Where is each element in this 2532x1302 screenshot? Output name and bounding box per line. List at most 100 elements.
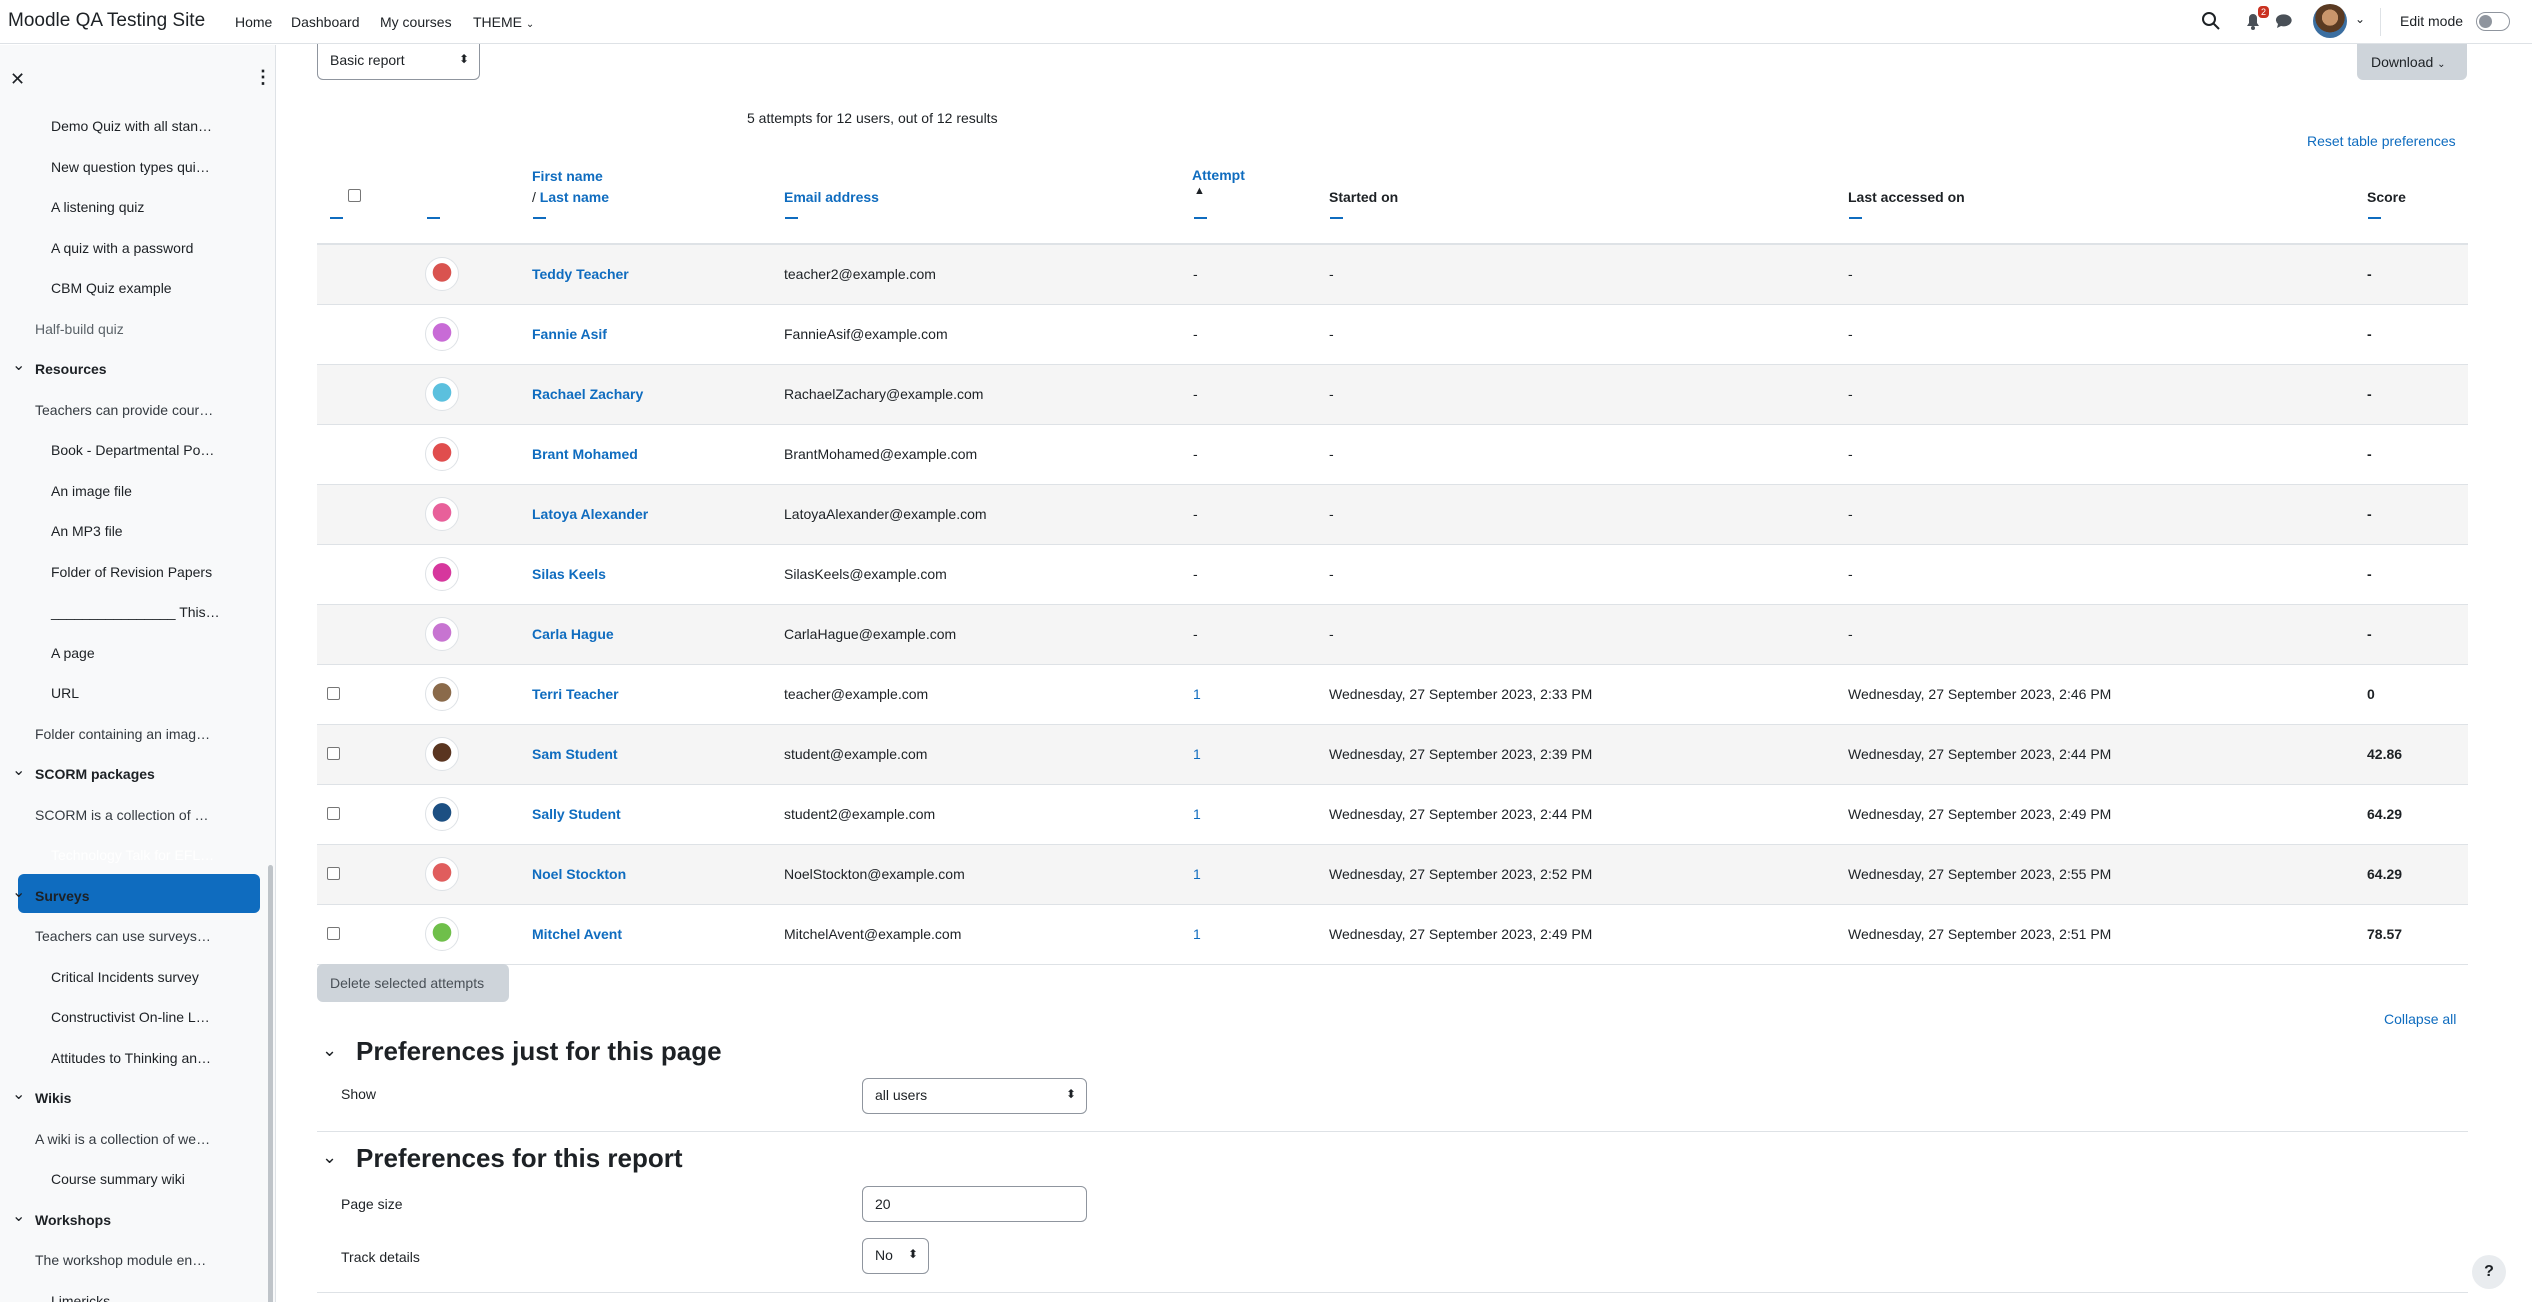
attempt-checkbox[interactable] <box>327 867 340 880</box>
user-name-link[interactable]: Teddy Teacher <box>532 266 629 282</box>
avatar[interactable] <box>425 677 459 711</box>
course-activity[interactable]: Teachers can provide cour… <box>35 402 213 418</box>
user-name-link[interactable]: Carla Hague <box>532 626 614 642</box>
attempt-checkbox[interactable] <box>327 927 340 940</box>
close-icon[interactable]: ✕ <box>10 69 25 90</box>
hide-column-icon[interactable] <box>330 217 343 219</box>
show-users-select[interactable]: all users <box>862 1078 1087 1114</box>
course-section[interactable]: Surveys <box>35 888 89 904</box>
report-type-select[interactable]: Basic report <box>317 44 480 80</box>
course-activity[interactable]: Critical Incidents survey <box>51 969 199 985</box>
avatar[interactable] <box>425 617 459 651</box>
attempt-cell[interactable]: 1 <box>1193 686 1201 702</box>
avatar[interactable] <box>425 557 459 591</box>
user-name-link[interactable]: Brant Mohamed <box>532 446 638 462</box>
user-name-link[interactable]: Noel Stockton <box>532 866 626 882</box>
sort-email[interactable]: Email address <box>784 189 879 205</box>
course-activity[interactable]: A listening quiz <box>51 199 144 215</box>
sort-attempt[interactable]: Attempt <box>1192 167 1245 183</box>
site-name[interactable]: Moodle QA Testing Site <box>8 10 205 32</box>
nav-home[interactable]: Home <box>235 14 272 30</box>
nav-dashboard[interactable]: Dashboard <box>291 14 360 30</box>
hide-column-icon[interactable] <box>1194 217 1207 219</box>
reset-table-preferences-link[interactable]: Reset table preferences <box>2307 133 2456 149</box>
course-section[interactable]: Wikis <box>35 1090 71 1106</box>
avatar[interactable] <box>425 377 459 411</box>
kebab-menu-icon[interactable]: ⋮ <box>254 67 272 88</box>
nav-theme[interactable]: THEME ⌄ <box>473 14 534 30</box>
track-details-select[interactable]: No <box>862 1238 929 1274</box>
hide-column-icon[interactable] <box>1330 217 1343 219</box>
course-activity[interactable]: New question types qui… <box>51 159 210 175</box>
course-activity[interactable]: The workshop module en… <box>35 1252 206 1268</box>
course-activity[interactable]: Technology Talk for EFL… <box>51 847 214 863</box>
download-button[interactable]: Download ⌄ <box>2357 44 2467 80</box>
hide-column-icon[interactable] <box>2368 217 2381 219</box>
course-section[interactable]: Workshops <box>35 1212 111 1228</box>
course-activity[interactable]: An MP3 file <box>51 523 123 539</box>
course-activity[interactable]: Attitudes to Thinking an… <box>51 1050 211 1066</box>
delete-selected-attempts-button[interactable]: Delete selected attempts <box>317 964 509 1002</box>
chevron-down-icon[interactable]: ⌄ <box>12 355 25 375</box>
header-last-accessed[interactable]: Last accessed on <box>1848 189 1965 205</box>
user-name-link[interactable]: Latoya Alexander <box>532 506 648 522</box>
avatar[interactable] <box>425 917 459 951</box>
chevron-down-icon[interactable]: ⌄ <box>12 1084 25 1104</box>
course-activity[interactable]: Folder containing an imag… <box>35 726 210 742</box>
avatar[interactable] <box>425 317 459 351</box>
user-name-link[interactable]: Sally Student <box>532 806 621 822</box>
select-all-checkbox[interactable] <box>348 189 361 202</box>
course-activity[interactable]: Folder of Revision Papers <box>51 564 212 580</box>
user-menu-chevron-icon[interactable]: ⌄ <box>2355 12 2365 26</box>
course-activity[interactable]: Demo Quiz with all stan… <box>51 118 212 134</box>
course-activity[interactable]: A page <box>51 645 95 661</box>
hide-column-icon[interactable] <box>427 217 440 219</box>
edit-mode-toggle[interactable] <box>2476 12 2510 31</box>
course-section[interactable]: SCORM packages <box>35 766 155 782</box>
course-activity[interactable]: SCORM is a collection of … <box>35 807 209 823</box>
course-activity[interactable]: URL <box>51 685 79 701</box>
prefs-page-heading[interactable]: Preferences just for this page <box>356 1036 722 1067</box>
user-avatar[interactable] <box>2313 4 2347 38</box>
attempt-checkbox[interactable] <box>327 687 340 700</box>
course-activity[interactable]: Constructivist On-line L… <box>51 1009 210 1025</box>
chevron-down-icon[interactable]: ⌄ <box>322 1040 337 1061</box>
avatar[interactable] <box>425 497 459 531</box>
messages-icon[interactable] <box>2272 8 2298 34</box>
chevron-down-icon[interactable]: ⌄ <box>322 1147 337 1168</box>
course-activity[interactable]: Half-build quiz <box>35 321 124 337</box>
avatar[interactable] <box>425 737 459 771</box>
attempt-cell[interactable]: 1 <box>1193 926 1201 942</box>
course-activity[interactable]: A wiki is a collection of we… <box>35 1131 210 1147</box>
prefs-report-heading[interactable]: Preferences for this report <box>356 1143 683 1174</box>
help-icon[interactable]: ? <box>2472 1255 2506 1289</box>
hide-column-icon[interactable] <box>785 217 798 219</box>
avatar[interactable] <box>425 857 459 891</box>
avatar[interactable] <box>425 797 459 831</box>
course-section[interactable]: Resources <box>35 361 107 377</box>
collapse-all-link[interactable]: Collapse all <box>2384 1011 2456 1027</box>
attempt-cell[interactable]: 1 <box>1193 866 1201 882</box>
course-activity[interactable]: Book - Departmental Po… <box>51 442 214 458</box>
course-activity[interactable]: Course summary wiki <box>51 1171 185 1187</box>
avatar[interactable] <box>425 257 459 291</box>
user-name-link[interactable]: Mitchel Avent <box>532 926 622 942</box>
attempt-cell[interactable]: 1 <box>1193 806 1201 822</box>
course-activity[interactable]: Teachers can use surveys… <box>35 928 211 944</box>
course-activity[interactable]: A quiz with a password <box>51 240 193 256</box>
course-activity[interactable]: ________________ This… <box>51 604 220 620</box>
nav-my-courses[interactable]: My courses <box>380 14 452 30</box>
user-name-link[interactable]: Sam Student <box>532 746 618 762</box>
chevron-down-icon[interactable]: ⌄ <box>12 760 25 780</box>
user-name-link[interactable]: Rachael Zachary <box>532 386 643 402</box>
hide-column-icon[interactable] <box>533 217 546 219</box>
course-activity[interactable]: Limericks <box>51 1293 110 1302</box>
user-name-link[interactable]: Terri Teacher <box>532 686 619 702</box>
drawer-scrollbar[interactable] <box>268 865 273 1302</box>
avatar[interactable] <box>425 437 459 471</box>
course-activity[interactable]: An image file <box>51 483 132 499</box>
user-name-link[interactable]: Silas Keels <box>532 566 606 582</box>
user-name-link[interactable]: Fannie Asif <box>532 326 607 342</box>
sort-first-name[interactable]: First name <box>532 168 603 184</box>
chevron-down-icon[interactable]: ⌄ <box>12 1206 25 1226</box>
